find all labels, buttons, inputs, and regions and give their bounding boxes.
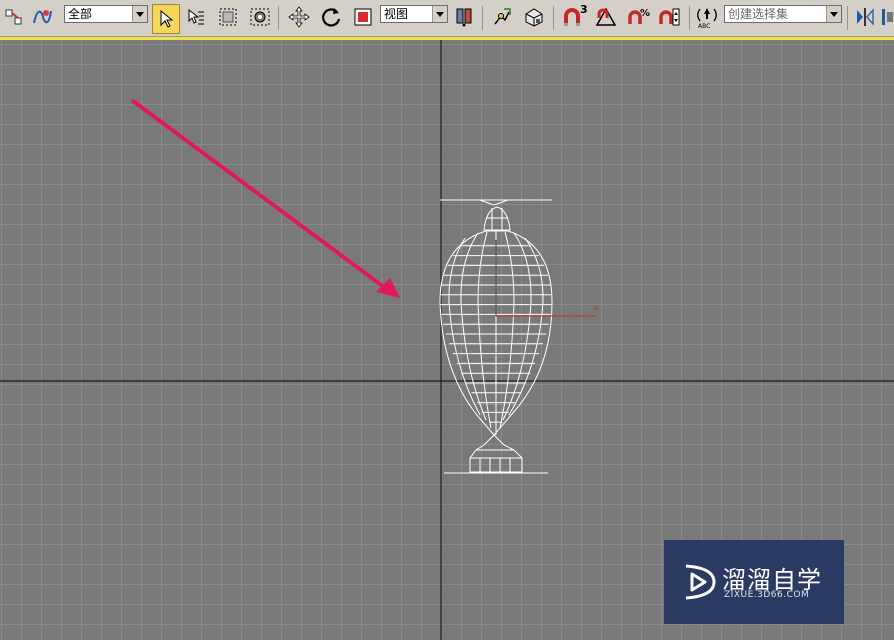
annotation-arrow [131,99,400,298]
spinner-snap-button[interactable] [658,5,682,29]
main-toolbar: 全部 视图 3 % ABC 创建选择集 [0,0,894,37]
toolbar-separator [847,6,848,30]
select-and-rotate-button[interactable] [319,5,343,29]
select-object-icon [160,9,174,28]
angle-snap-button[interactable] [594,5,618,29]
svg-text:ABC: ABC [698,23,710,29]
select-and-rotate-icon [322,8,341,27]
select-and-move-icon [288,6,310,28]
select-and-link-icon [5,9,22,25]
selection-filter-value: 全部 [68,7,93,21]
select-and-move-button[interactable] [287,5,311,29]
svg-text:%: % [640,8,650,19]
align-icon [882,9,893,25]
toolbar-separator [482,6,483,30]
select-and-manipulate-button[interactable] [490,5,514,29]
chevron-down-icon[interactable] [826,6,841,22]
window-crossing-button[interactable] [248,5,272,29]
select-object-button[interactable] [152,4,180,34]
use-pivot-center-icon [456,8,472,27]
chevron-down-icon[interactable] [432,6,447,22]
named-selection-dropdown[interactable]: 创建选择集 [724,5,842,23]
chevron-down-icon[interactable] [132,6,147,22]
gizmo-x-label: x [594,303,599,312]
percent-snap-button[interactable]: % [627,5,651,29]
reference-coordinate-dropdown[interactable]: 视图 [380,5,448,23]
select-and-scale-icon [354,8,372,26]
select-by-name-icon [188,8,204,25]
use-pivot-center-button[interactable] [452,5,476,29]
bind-space-warp-icon [33,10,52,24]
percent-snap-icon: % [628,8,650,24]
reference-coordinate-value: 视图 [384,7,409,21]
watermark-badge: 溜溜自学 ZIXUE.3D66.COM [664,540,844,624]
edit-named-selection-button[interactable]: ABC [694,5,720,29]
play-logo-icon [685,564,716,600]
selection-filter-dropdown[interactable]: 全部 [64,5,148,23]
select-and-link-button[interactable] [2,5,26,29]
toolbar-separator [553,6,554,30]
named-selection-placeholder: 创建选择集 [728,7,789,21]
window-crossing-icon [250,8,270,26]
spinner-snap-icon [659,8,680,26]
angle-snap-icon [595,7,617,26]
mirror-button[interactable] [853,5,877,29]
keyboard-shortcut-override-button[interactable] [522,5,546,29]
watermark-url: ZIXUE.3D66.COM [724,590,810,600]
toolbar-separator [278,6,279,30]
mirror-icon [857,8,874,26]
bind-space-warp-button[interactable] [30,5,54,29]
align-button[interactable] [880,5,894,29]
toolbar-separator [689,6,690,30]
select-by-name-button[interactable] [184,5,208,29]
snap-dimension-label: 3 [580,3,588,16]
select-and-manipulate-icon [494,8,511,25]
rectangular-selection-button[interactable] [216,5,240,29]
snaps-toggle-button[interactable]: 3 [560,3,588,29]
edit-named-selection-icon: ABC [697,8,717,29]
front-viewport[interactable]: x 溜溜自学 ZIXUE.3D66.COM [0,40,894,640]
rectangular-selection-icon [219,8,237,26]
keyboard-shortcut-override-icon [525,8,543,27]
select-and-scale-button[interactable] [351,5,375,29]
